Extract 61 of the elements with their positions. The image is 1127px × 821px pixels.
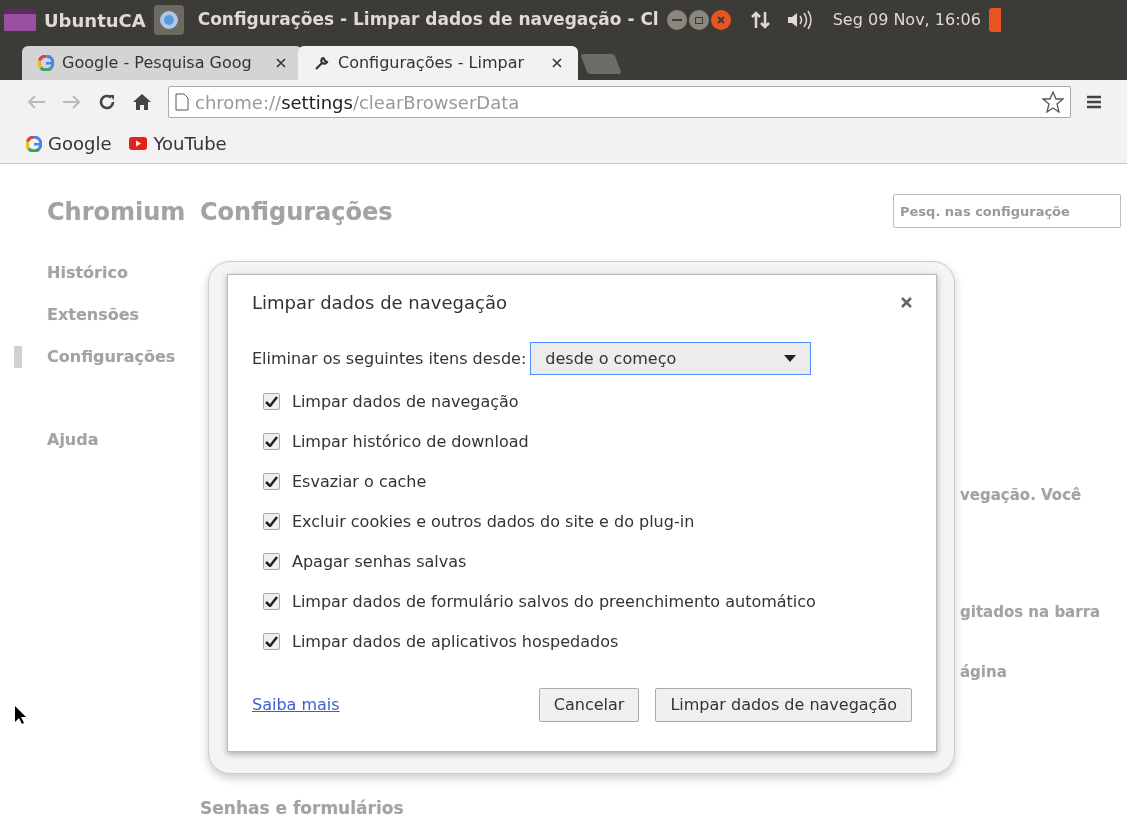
close-icon — [716, 16, 725, 24]
clock[interactable]: Seg 09 Nov, 16:06 — [832, 8, 981, 32]
checkbox[interactable] — [263, 513, 280, 530]
g-logo-icon — [26, 135, 42, 152]
app-name: UbuntuCA — [44, 8, 146, 33]
bookmark[interactable]: Google — [26, 130, 112, 157]
maximize-button[interactable] — [688, 10, 709, 30]
star-icon[interactable] — [1042, 91, 1064, 113]
mouse-cursor-icon — [14, 705, 26, 725]
option-label: Limpar histórico de download — [292, 430, 529, 453]
setting-text: ágina — [960, 662, 1007, 683]
close-icon[interactable] — [276, 58, 286, 68]
volume-icon[interactable] — [786, 10, 813, 30]
dialog-button[interactable]: Limpar dados de navegação — [655, 688, 912, 722]
setting-text: vegação. Você — [960, 485, 1082, 506]
window-icon — [4, 9, 36, 31]
setting-text: gitados na barra — [960, 602, 1101, 623]
reload-icon[interactable] — [98, 93, 116, 111]
option-label: Limpar dados de formulário salvos do preenchimento automático — [292, 590, 816, 613]
option-label: Excluir cookies e outros dados do site e do plug-in — [292, 510, 695, 533]
close-button[interactable] — [710, 10, 731, 30]
checkbox[interactable] — [263, 473, 280, 490]
section-heading: Senhas e formulários — [200, 798, 405, 818]
range-dropdown[interactable]: desde o começo — [530, 342, 812, 375]
sidebar-title: Chromium — [46, 197, 186, 228]
url-text: chrome://settings/clearBrowserData — [195, 90, 520, 115]
range-label: Eliminar os seguintes itens desde: — [252, 347, 527, 370]
option-label: Apagar senhas salvas — [292, 550, 467, 573]
dialog-button[interactable]: Cancelar — [538, 688, 640, 722]
tab-title: Configurações - Limpar — [338, 52, 526, 74]
bookmark[interactable]: YouTube — [129, 130, 227, 157]
option-label: Limpar dados de navegação — [292, 390, 519, 413]
checkbox[interactable] — [263, 553, 280, 570]
network-icon[interactable] — [750, 10, 771, 30]
checkbox[interactable] — [263, 633, 280, 650]
checkbox[interactable] — [263, 593, 280, 610]
checkbox[interactable] — [263, 433, 280, 450]
close-icon[interactable] — [552, 58, 562, 68]
wrench-icon — [314, 55, 330, 71]
caret-icon — [784, 355, 797, 362]
close-icon[interactable] — [901, 297, 912, 308]
g-logo-icon — [38, 55, 54, 71]
power-icon[interactable] — [988, 8, 1001, 32]
play-logo-icon — [129, 137, 148, 150]
home-icon[interactable] — [132, 93, 152, 111]
window-title: Configurações - Limpar dados de navegação - Cl — [197, 8, 659, 32]
address-bar[interactable]: chrome://settings/clearBrowserData — [168, 86, 1071, 118]
tab-title: Google - Pesquisa Goog — [62, 52, 253, 74]
page-icon — [175, 93, 189, 111]
menu-icon[interactable] — [1087, 94, 1101, 110]
browser-tab[interactable]: Google - Pesquisa Goog — [22, 46, 302, 80]
search-field[interactable]: Pesq. nas configuraçõe — [893, 194, 1121, 228]
option-label: Esvaziar o cache — [292, 470, 427, 493]
checkbox[interactable] — [263, 393, 280, 410]
option-label: Limpar dados de aplicativos hospedados — [292, 630, 619, 653]
browser-icon — [153, 5, 184, 35]
learn-more-link[interactable]: Saiba mais — [252, 693, 340, 717]
minimize-button[interactable] — [666, 10, 687, 30]
dialog-title: Limpar dados de navegação — [252, 291, 507, 315]
page-title: Configurações — [200, 197, 393, 228]
browser-tab[interactable]: Configurações - Limpar — [298, 46, 578, 80]
